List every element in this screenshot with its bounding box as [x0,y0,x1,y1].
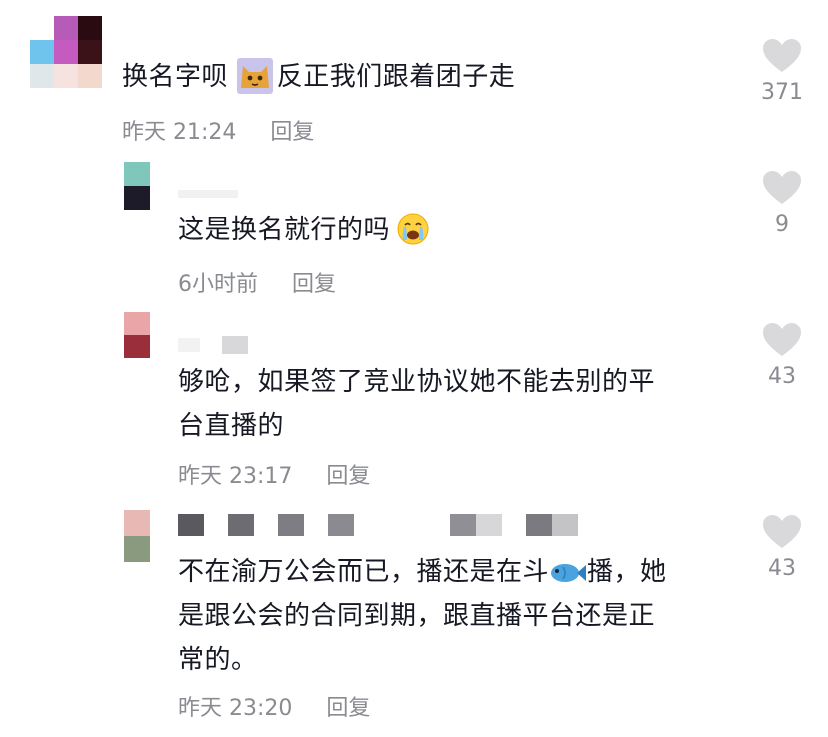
avatar[interactable] [124,162,150,210]
like-count: 9 [775,212,789,237]
reply-item: 够呛，如果签了竞业协议她不能去别的平 台直播的 昨天 23:17 回复 43 [0,300,828,500]
comment-meta: 昨天 23:20 回复 [178,690,370,722]
comment-text-line: 常的。 [178,645,258,675]
user-name-redacted [178,336,248,354]
cat-face-icon [236,57,273,94]
crying-face-icon [396,212,430,246]
like-count: 371 [761,80,803,105]
reply-button[interactable]: 回复 [292,272,336,297]
avatar[interactable] [30,16,102,88]
user-name-redacted [178,190,238,198]
heart-icon [763,171,801,204]
comment-text-part: 换名字呗 [122,62,237,92]
comment-item: 换名字呗 反正我们跟着团子走 昨天 21:24 回复 371 [0,0,828,150]
comment-text-line: 是跟公会的合同到期，跟直播平台还是正 [178,601,656,631]
comment-time: 昨天 23:17 [178,464,293,489]
reply-button[interactable]: 回复 [326,696,370,721]
like-count: 43 [768,364,796,389]
comment-time: 6小时前 [178,272,258,297]
comment-meta: 昨天 23:17 回复 [178,458,370,490]
comment-text-line: 够呛，如果签了竞业协议她不能去别的平 [178,367,656,397]
comment-text: 换名字呗 反正我们跟着团子走 [122,55,515,99]
comment-text-line: 台直播的 [178,411,285,441]
avatar[interactable] [124,510,150,562]
comment-text-part: 这是换名就行的吗 [178,215,391,245]
avatar[interactable] [124,312,150,358]
comment-time: 昨天 23:20 [178,696,293,721]
fish-icon [549,557,587,585]
reply-button[interactable]: 回复 [326,464,370,489]
heart-icon [763,39,801,72]
comment-text-part: 反正我们跟着团子走 [276,62,516,92]
comment-meta: 6小时前 回复 [178,266,336,298]
like-button[interactable]: 371 [752,38,812,105]
heart-icon [763,323,801,356]
heart-icon [763,515,801,548]
comment-text-part: 播，她 [587,557,667,587]
reply-button[interactable]: 回复 [270,120,314,145]
reply-item: 不在渝万公会而已，播还是在斗 播，她 是跟公会的合同到期，跟直播平台还是正 常的… [0,500,828,737]
reply-item: 这是换名就行的吗 6小时前 回复 9 [0,150,828,300]
comment-text: 够呛，如果签了竞业协议她不能去别的平 台直播的 [178,360,655,448]
comment-meta: 昨天 21:24 回复 [122,114,314,146]
user-name-redacted [178,514,578,536]
like-button[interactable]: 9 [752,170,812,237]
comment-text-part: 不在渝万公会而已，播还是在斗 [178,557,550,587]
like-button[interactable]: 43 [752,514,812,581]
comment-time: 昨天 21:24 [122,120,237,145]
comment-text: 这是换名就行的吗 [178,208,430,252]
like-button[interactable]: 43 [752,322,812,389]
like-count: 43 [768,556,796,581]
comment-text: 不在渝万公会而已，播还是在斗 播，她 是跟公会的合同到期，跟直播平台还是正 常的… [178,550,667,682]
